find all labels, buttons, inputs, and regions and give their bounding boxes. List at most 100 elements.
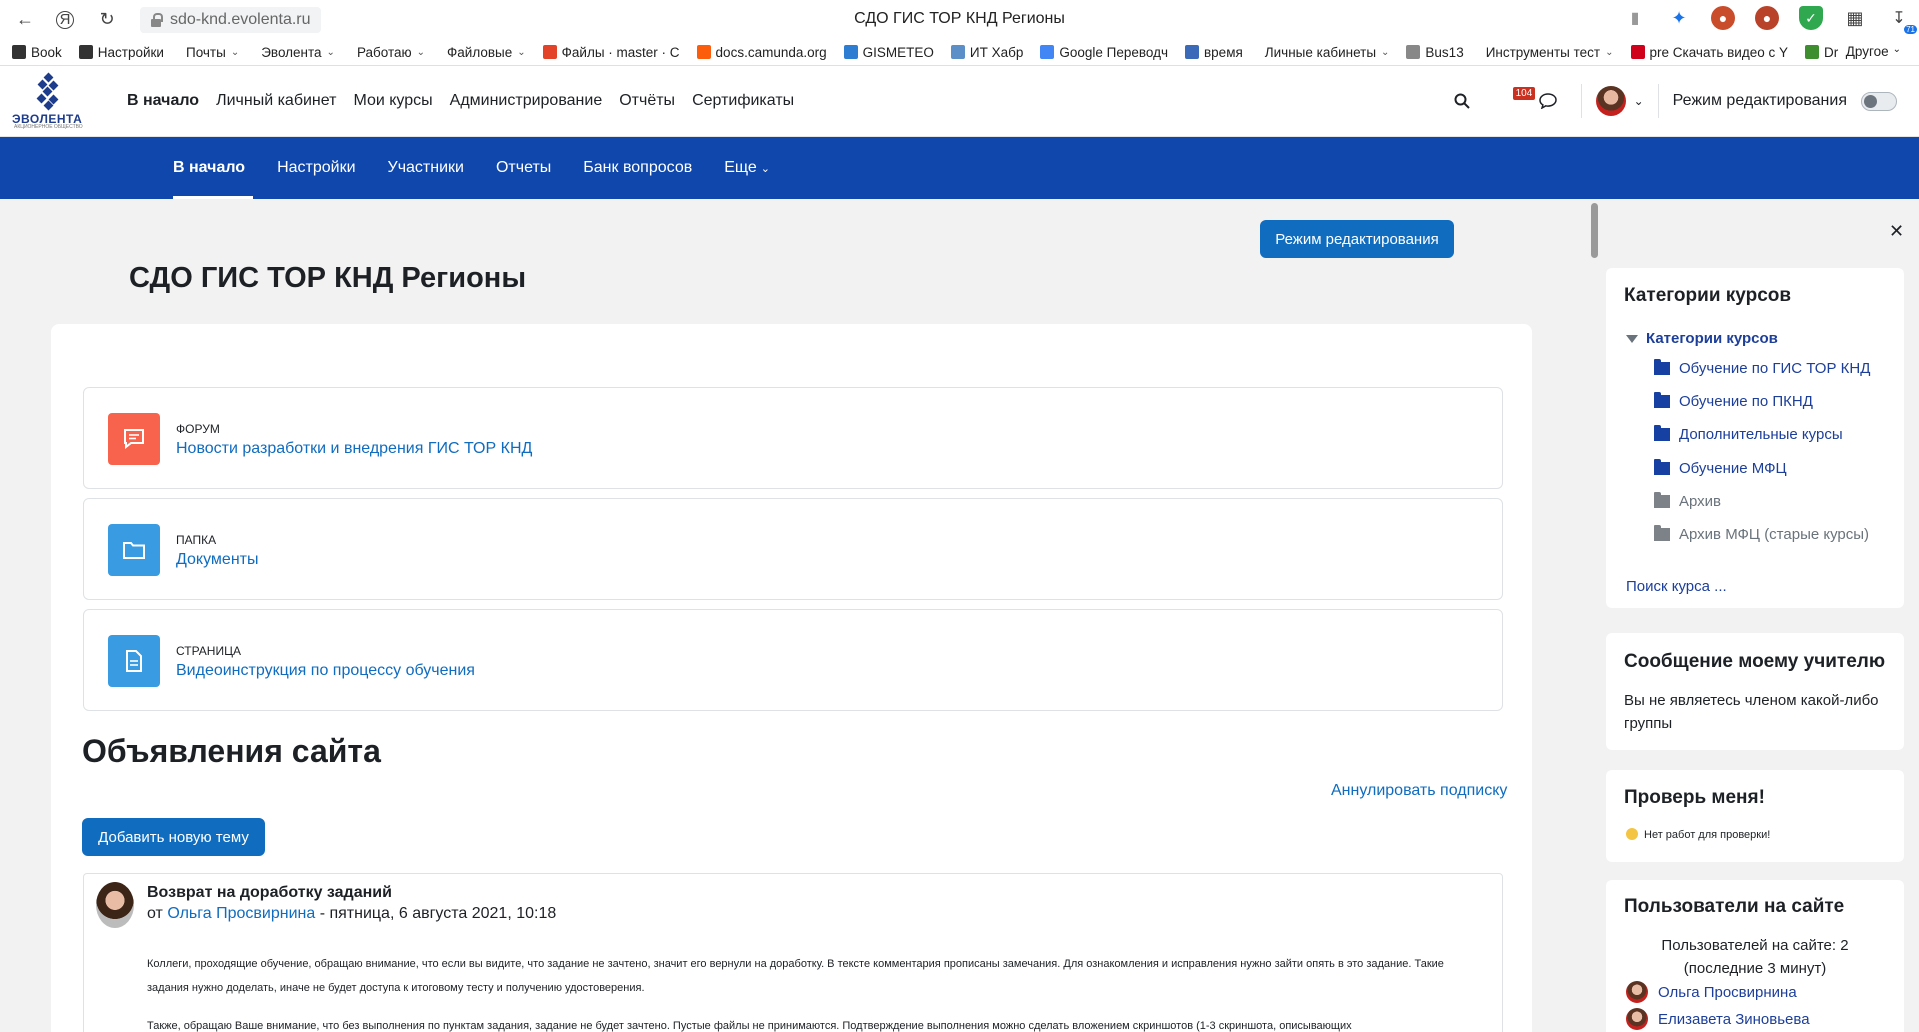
activity-type: Форум — [176, 422, 220, 436]
category-item[interactable]: Обучение по ПКНД — [1654, 392, 1813, 410]
main-scrollbar[interactable] — [1591, 203, 1598, 258]
bookmark-item[interactable]: Настройки — [78, 44, 164, 60]
online-count: Пользователей на сайте: 2 — [1661, 937, 1849, 954]
unsubscribe-link[interactable]: Аннулировать подписку — [1331, 782, 1507, 800]
extension-blue-icon[interactable]: ✦ — [1667, 6, 1691, 30]
category-item[interactable]: Обучение МФЦ — [1654, 459, 1787, 477]
online-period: (последние 3 минут) — [1683, 960, 1827, 977]
activity-forum[interactable]: Форум Новости разработки и внедрения ГИС… — [83, 387, 1503, 489]
menu-reports[interactable]: Отчёты — [619, 92, 675, 110]
activity-link[interactable]: Видеоинструкция по процессу обучения — [176, 662, 475, 680]
primary-menu: В начало Личный кабинет Мои курсы Админи… — [127, 66, 794, 136]
activity-link[interactable]: Документы — [176, 551, 258, 569]
bookmark-label: Настройки — [97, 44, 164, 60]
extension-owl2-icon[interactable]: ● — [1755, 6, 1779, 30]
tab-settings[interactable]: Настройки — [261, 137, 371, 199]
post-paragraph: Также, обращаю Ваше внимание, что без вы… — [147, 1020, 1352, 1032]
bookmark-item[interactable]: Dr — [1805, 45, 1838, 60]
reload-icon[interactable]: ↻ — [96, 9, 118, 31]
bookmark-favicon-icon — [950, 45, 965, 59]
site-logo[interactable]: ЭВОЛЕНТА АКЦИОНЕРНОЕ ОБЩЕСТВО — [12, 72, 88, 130]
shield-icon[interactable]: ✓ — [1799, 6, 1823, 30]
user-avatar — [1626, 981, 1648, 1003]
bookmark-favicon-icon — [843, 45, 858, 59]
menu-admin[interactable]: Администрирование — [450, 92, 603, 110]
bookmark-item[interactable]: Файлы · master · C — [542, 45, 680, 60]
bookmarks-other[interactable]: Другое ⌄ — [1846, 44, 1901, 59]
menu-my-courses[interactable]: Мои курсы — [353, 92, 432, 110]
search-course-link[interactable]: Поиск курса ... — [1626, 578, 1727, 595]
online-user-name: Ольга Просвирнина — [1658, 983, 1797, 1001]
bookmark-item[interactable]: ИТ Хабр — [950, 44, 1024, 60]
post-author-avatar[interactable] — [96, 882, 134, 928]
notifications-bell-icon[interactable]: 104 — [1487, 82, 1536, 120]
tab-question-bank[interactable]: Банк вопросов — [567, 137, 708, 199]
activity-page[interactable]: Страница Видеоинструкция по процессу обу… — [83, 609, 1503, 711]
category-item[interactable]: Обучение по ГИС ТОР КНД — [1654, 359, 1870, 377]
activity-folder[interactable]: Папка Документы — [83, 498, 1503, 600]
online-user[interactable]: Елизавета Зиновьева — [1626, 1008, 1810, 1030]
tab-more[interactable]: Еще ⌄ — [708, 137, 786, 199]
bookmark-item[interactable]: Google Переводч — [1040, 45, 1168, 60]
category-item[interactable]: Архив МФЦ (старые курсы) — [1654, 525, 1869, 543]
add-topic-button[interactable]: Добавить новую тему — [82, 818, 265, 856]
bookmark-label: Работаю — [356, 44, 412, 60]
messages-icon[interactable] — [1529, 82, 1567, 120]
menu-home[interactable]: В начало — [127, 92, 199, 110]
yandex-icon[interactable]: Я — [56, 10, 74, 29]
category-name: Обучение МФЦ — [1679, 460, 1787, 477]
bookmark-label: ИТ Хабр — [969, 44, 1024, 60]
tab-home[interactable]: В начало — [157, 137, 261, 199]
bookmarks-other-label: Другое — [1845, 44, 1889, 59]
page-icon — [108, 635, 160, 687]
user-menu-chevron-icon[interactable]: ⌄ — [1634, 94, 1644, 108]
categories-root-label: Категории курсов — [1646, 330, 1778, 347]
post-author-link[interactable]: Ольга Просвирнина — [167, 905, 315, 922]
categories-root[interactable]: Категории курсов — [1626, 330, 1778, 347]
bookmark-item[interactable]: Эволента ⌄ — [256, 45, 335, 60]
bookmark-item[interactable]: GISMETEO — [843, 45, 934, 60]
bookmark-item[interactable]: Bus13 — [1406, 45, 1464, 60]
folder-icon — [1654, 525, 1670, 541]
chevron-down-icon: ⌄ — [416, 46, 426, 58]
tab-participants[interactable]: Участники — [372, 137, 480, 199]
bookmark-item[interactable]: Работаю ⌄ — [352, 45, 425, 60]
edit-mode-button[interactable]: Режим редактирования — [1260, 220, 1454, 258]
bookmark-label: Личные кабинеты — [1264, 44, 1377, 60]
bookmark-item[interactable]: время — [1185, 45, 1243, 60]
bookmark-item[interactable]: pre Скачать видео с Y — [1630, 45, 1788, 60]
check-text-row: Нет работ для проверки! — [1626, 824, 1770, 847]
user-avatar — [1626, 1008, 1648, 1030]
bookmark-label: Файловые — [447, 44, 513, 60]
bookmark-icon[interactable]: ▮ — [1623, 6, 1647, 30]
post-title: Возврат на доработку заданий — [147, 884, 392, 901]
category-item[interactable]: Архив — [1654, 492, 1721, 510]
activity-link[interactable]: Новости разработки и внедрения ГИС ТОР К… — [176, 440, 532, 458]
folder-icon — [1654, 359, 1670, 375]
bookmark-item[interactable]: Личные кабинеты ⌄ — [1260, 45, 1390, 60]
address-bar[interactable]: sdo-knd.evolenta.ru — [140, 7, 321, 33]
menu-certificates[interactable]: Сертификаты — [692, 92, 794, 110]
user-avatar[interactable] — [1595, 86, 1626, 116]
chevron-down-icon: ⌄ — [1605, 46, 1614, 58]
tab-reports[interactable]: Отчеты — [480, 137, 567, 199]
category-item[interactable]: Дополнительные курсы — [1654, 425, 1843, 443]
bookmark-item[interactable]: Инструменты тест ⌄ — [1481, 45, 1614, 60]
bookmark-item[interactable]: Почты ⌄ — [181, 45, 239, 60]
online-user[interactable]: Ольга Просвирнина — [1626, 981, 1797, 1003]
downloads-icon[interactable]: ↧ 71 — [1887, 6, 1917, 34]
expand-triangle-icon — [1626, 334, 1638, 343]
edit-mode-toggle[interactable] — [1861, 91, 1897, 111]
extension-owl-icon[interactable]: ● — [1711, 6, 1735, 30]
bookmark-label: docs.camunda.org — [715, 44, 827, 60]
chevron-down-icon: ⌄ — [1892, 44, 1901, 55]
search-icon[interactable] — [1443, 82, 1481, 120]
block-course-categories: Категории курсов Категории курсов Обучен… — [1606, 268, 1904, 608]
menu-dashboard[interactable]: Личный кабинет — [216, 92, 336, 110]
bookmark-item[interactable]: Book — [12, 45, 62, 60]
back-icon[interactable]: ← — [14, 9, 36, 31]
bookmark-item[interactable]: Файловые ⌄ — [442, 45, 526, 60]
extensions-puzzle-icon[interactable]: ▦ — [1843, 6, 1867, 30]
close-drawer-icon[interactable]: ✕ — [1889, 221, 1904, 242]
bookmark-item[interactable]: docs.camunda.org — [696, 44, 827, 60]
